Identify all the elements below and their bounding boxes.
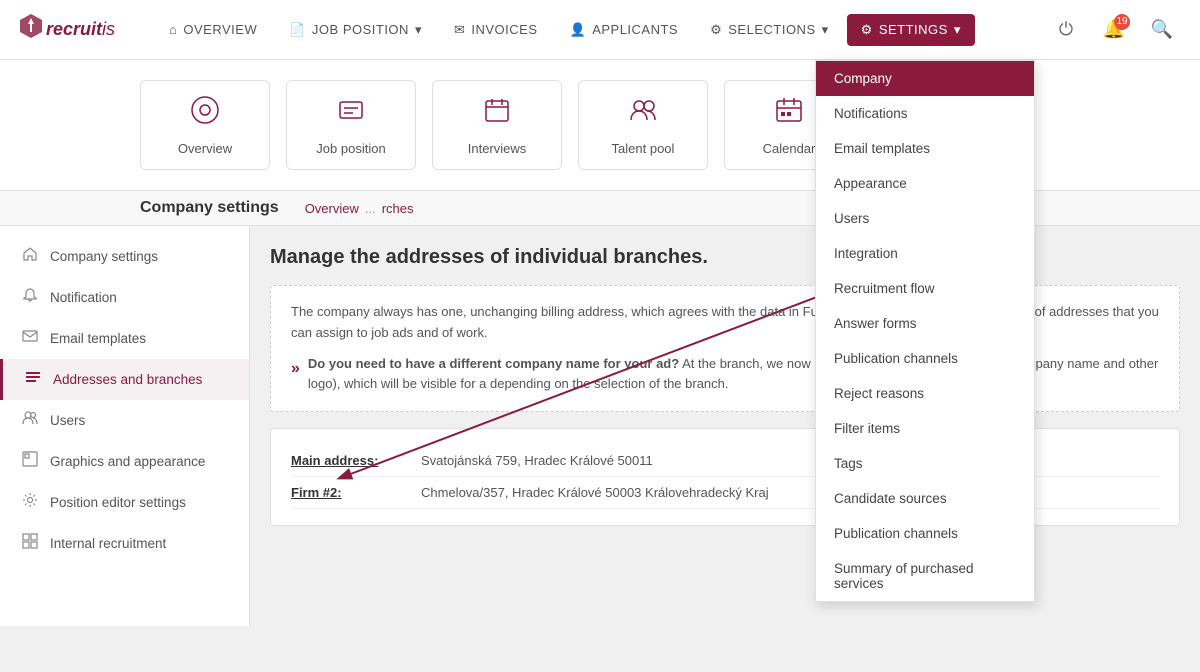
settings-dropdown: Company Notifications Email templates Ap… [815,60,1035,602]
dropdown-appearance[interactable]: Appearance [816,166,1034,201]
main-address-label: Main address: [291,453,411,468]
sidebar-notification[interactable]: Notification [0,277,249,318]
sidebar: Company settings Notification Email temp… [0,226,250,626]
graphics-sidebar-icon [20,451,40,472]
address-section: Main address: Svatojánská 759, Hradec Kr… [270,428,1180,526]
tile-talent-pool[interactable]: Talent pool [578,80,708,170]
selection-icon: ⚙ [710,22,722,38]
main-address-value: Svatojánská 759, Hradec Králové 50011 [421,453,653,468]
info-box: The company always has one, unchanging b… [270,285,1180,412]
caret-icon: ▾ [415,22,422,38]
firm-label: Firm #2: [291,485,411,500]
nav-job-position[interactable]: 📄 JOB POSITION ▾ [275,14,436,46]
logo-text: recruitis [46,19,115,40]
nav-invoices[interactable]: ✉ INVOICES [440,14,552,46]
nav-right: ⏻ 🔔 19 🔍 [1048,12,1180,48]
settings-icon: ⚙ [861,22,873,38]
search-icon: 🔍 [1151,19,1173,40]
nav-overview[interactable]: ⌂ OVERVIEW [155,14,271,45]
interview-tile-icon [481,94,513,133]
caret-icon: ▾ [954,22,961,38]
breadcrumb-overview-link[interactable]: Overview [305,201,359,216]
sidebar-internal-recruitment[interactable]: Internal recruitment [0,523,249,564]
tile-job-position[interactable]: Job position [286,80,416,170]
highlight-question: Do you need to have a different company … [308,356,679,371]
dropdown-summary[interactable]: Summary of purchased services [816,551,1034,601]
sidebar-graphics-appearance[interactable]: Graphics and appearance [0,441,249,482]
sidebar-users[interactable]: Users [0,400,249,441]
home-sidebar-icon [20,246,40,267]
branches-sidebar-icon [23,369,43,390]
job-icon: 📄 [289,22,306,38]
bell-sidebar-icon [20,287,40,308]
firm-address-value: Chmelova/357, Hradec Králové 50003 Králo… [421,485,769,500]
sidebar-position-editor[interactable]: Position editor settings [0,482,249,523]
calendar-tile-icon [773,94,805,133]
dropdown-publication-channels[interactable]: Publication channels [816,341,1034,376]
dropdown-email-templates[interactable]: Email templates [816,131,1034,166]
dropdown-answer-forms[interactable]: Answer forms [816,306,1034,341]
breadcrumb-page-title: Company settings [140,199,279,217]
internal-sidebar-icon [20,533,40,554]
double-arrow-icon: » [291,356,300,382]
top-nav: recruitis ⌂ OVERVIEW 📄 JOB POSITION ▾ ✉ … [0,0,1200,60]
dropdown-tags[interactable]: Tags [816,446,1034,481]
job-tile-icon [335,94,367,133]
talent-tile-icon [627,94,659,133]
section-title: Manage the addresses of individual branc… [270,246,1180,269]
applicant-icon: 👤 [570,22,587,38]
sidebar-company-settings[interactable]: Company settings [0,236,249,277]
app-container: recruitis ⌂ OVERVIEW 📄 JOB POSITION ▾ ✉ … [0,0,1200,672]
tile-interviews[interactable]: Interviews [432,80,562,170]
home-icon: ⌂ [169,22,177,37]
caret-icon: ▾ [822,22,829,38]
dropdown-reject-reasons[interactable]: Reject reasons [816,376,1034,411]
dropdown-filter-items[interactable]: Filter items [816,411,1034,446]
nav-applicants[interactable]: 👤 APPLICANTS [556,14,693,46]
dropdown-notifications[interactable]: Notifications [816,96,1034,131]
dropdown-publication-channels-2[interactable]: Publication channels [816,516,1034,551]
search-button[interactable]: 🔍 [1144,12,1180,48]
breadcrumb-separator: ... [365,201,376,216]
nav-selections[interactable]: ⚙ SELECTIONS ▾ [696,14,843,46]
logo[interactable]: recruitis [20,14,115,46]
sidebar-email-templates[interactable]: Email templates [0,318,249,359]
notification-badge: 19 [1114,14,1130,30]
notifications-button[interactable]: 🔔 19 [1096,12,1132,48]
position-sidebar-icon [20,492,40,513]
tile-overview[interactable]: Overview [140,80,270,170]
power-button[interactable]: ⏻ [1048,12,1084,48]
logo-icon [20,14,42,46]
sidebar-addresses-branches[interactable]: Addresses and branches [0,359,249,400]
nav-settings[interactable]: ⚙ SETTINGS ▾ [847,14,975,46]
power-icon: ⏻ [1059,19,1073,40]
dropdown-users[interactable]: Users [816,201,1034,236]
email-sidebar-icon [20,328,40,349]
content-area: Manage the addresses of individual branc… [250,226,1200,626]
dropdown-recruitment-flow[interactable]: Recruitment flow [816,271,1034,306]
breadcrumb-current: rches [382,201,414,216]
users-sidebar-icon [20,410,40,431]
dropdown-candidate-sources[interactable]: Candidate sources [816,481,1034,516]
overview-tile-icon [189,94,221,133]
invoice-icon: ✉ [454,22,465,38]
dropdown-company[interactable]: Company [816,61,1034,96]
nav-items: ⌂ OVERVIEW 📄 JOB POSITION ▾ ✉ INVOICES 👤… [155,14,1048,46]
dropdown-integration[interactable]: Integration [816,236,1034,271]
